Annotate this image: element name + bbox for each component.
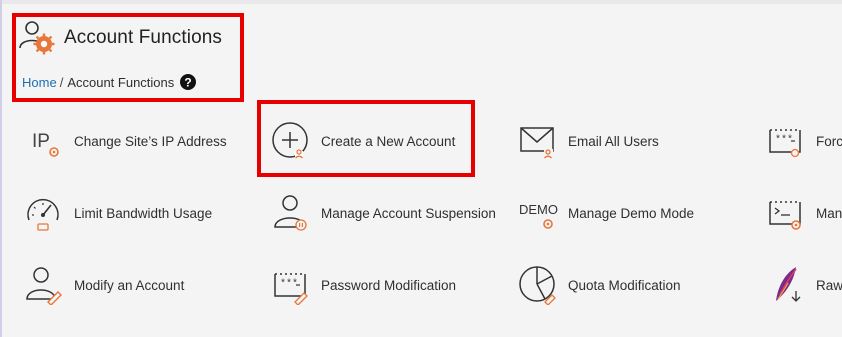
grid-item-modify-account[interactable]: Modify an Account (24, 265, 184, 305)
page-header: Account Functions Home / Account Functio… (16, 18, 222, 90)
pie-chart-icon (518, 265, 558, 305)
grid-item-email-all-users[interactable]: Email All Users (518, 121, 659, 161)
user-edit-icon (24, 265, 64, 305)
breadcrumb-current: Account Functions (67, 74, 175, 90)
grid-item-label: Man (816, 205, 842, 221)
grid-item-label: Password Modification (321, 277, 457, 293)
grid-item-label: Create a New Account (321, 133, 456, 149)
password-field-icon: *** (271, 265, 311, 305)
grid-item-label: Manage Account Suspension (321, 205, 496, 221)
top-border (0, 0, 842, 4)
page-title: Account Functions (64, 27, 223, 48)
grid-item-raw[interactable]: Raw (766, 265, 842, 305)
envelope-icon (518, 121, 558, 161)
breadcrumb-home-link[interactable]: Home (22, 75, 57, 90)
svg-text:?: ? (185, 75, 192, 89)
breadcrumb: Home / Account Functions ? (22, 74, 197, 90)
grid-item-manage-suspension[interactable]: Manage Account Suspension (271, 193, 496, 233)
account-functions-icon (19, 21, 55, 55)
ip-icon: IP (24, 121, 64, 161)
grid-item-label: Force (816, 133, 842, 149)
grid-item-label: Email All Users (568, 133, 659, 149)
grid-item-force[interactable]: *** Force (766, 121, 842, 161)
title-row: Account Functions (16, 18, 222, 58)
grid-item-label: Manage Demo Mode (568, 205, 695, 221)
grid-item-label: Raw (816, 277, 842, 293)
grid-item-man[interactable]: Man (766, 193, 842, 233)
grid-item-change-ip[interactable]: IP Change Site’s IP Address (24, 121, 227, 161)
user-pause-icon (271, 193, 311, 233)
password-terminal-icon: *** (766, 121, 806, 161)
help-icon[interactable]: ? (180, 74, 197, 90)
breadcrumb-separator: / (59, 74, 64, 90)
grid-item-label: Limit Bandwidth Usage (74, 205, 213, 221)
left-edge (0, 0, 2, 337)
speedometer-icon (24, 193, 64, 233)
terminal-icon (766, 193, 806, 233)
demo-icon: DEMO (518, 193, 558, 233)
svg-text:***: *** (280, 278, 298, 290)
feather-icon (766, 265, 806, 305)
grid-item-create-account[interactable]: Create a New Account (271, 121, 455, 161)
grid-item-label: Quota Modification (568, 277, 681, 293)
svg-text:***: *** (775, 134, 793, 146)
grid-item-demo-mode[interactable]: DEMO Manage Demo Mode (518, 193, 694, 233)
grid-item-label: Modify an Account (74, 277, 185, 293)
grid-item-password-modification[interactable]: *** Password Modification (271, 265, 456, 305)
plus-circle-icon (271, 121, 311, 161)
ip-icon-text: IP (32, 131, 50, 152)
grid-item-limit-bandwidth[interactable]: Limit Bandwidth Usage (24, 193, 212, 233)
grid-item-quota-modification[interactable]: Quota Modification (518, 265, 681, 305)
grid-item-label: Change Site’s IP Address (74, 133, 227, 149)
demo-icon-text: DEMO (519, 202, 558, 217)
